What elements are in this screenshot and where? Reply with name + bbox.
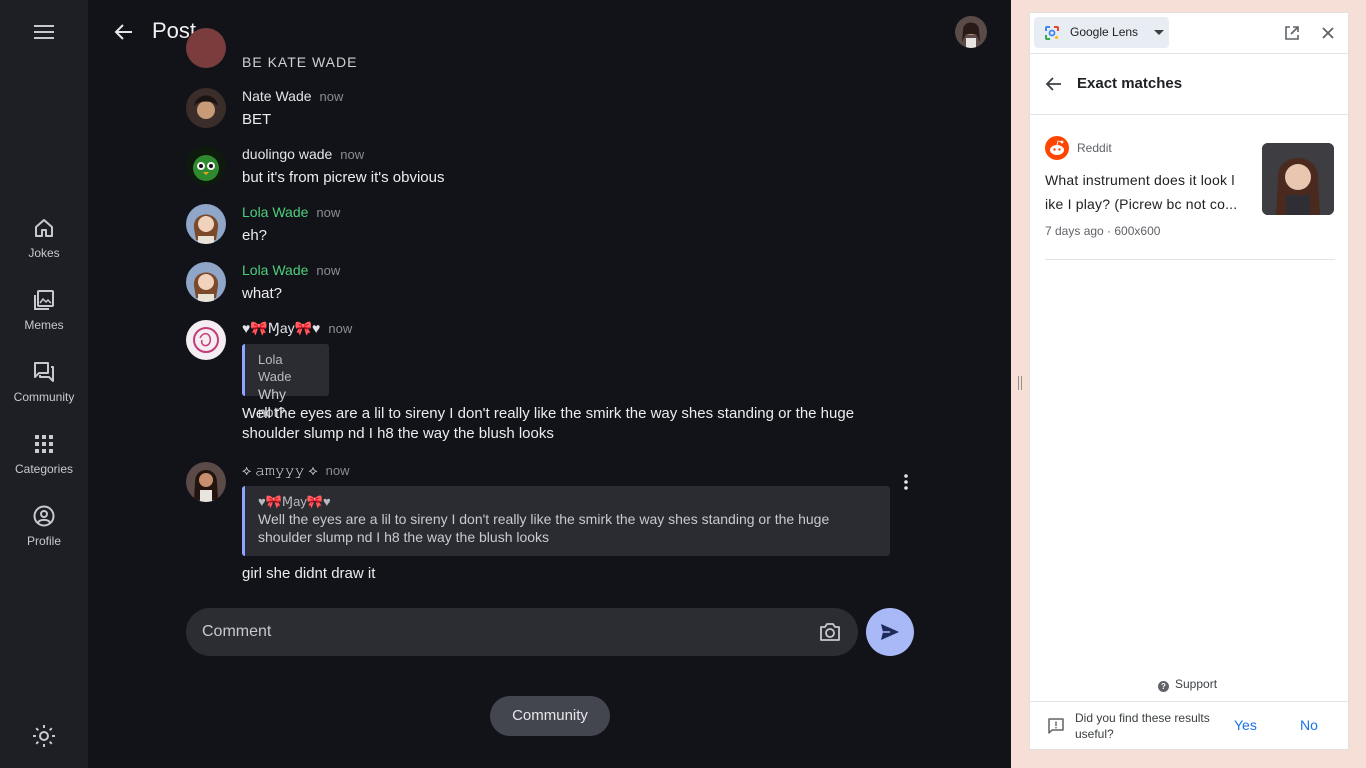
comment-input[interactable]	[202, 620, 802, 644]
nav-label-community: Community	[13, 390, 75, 404]
side-panel-selector[interactable]: Google Lens	[1034, 17, 1169, 48]
feedback-no-button[interactable]: No	[1300, 717, 1318, 733]
nav-label-memes: Memes	[24, 318, 64, 332]
comment-author[interactable]: ♥🎀Ɱay🎀♥ now	[242, 320, 352, 337]
author-name: Lola Wade	[242, 204, 309, 220]
nav-label-categories: Categories	[14, 462, 74, 476]
google-lens-icon	[1044, 25, 1060, 41]
account-circle-icon	[0, 504, 88, 528]
author-name: duolingo wade	[242, 146, 333, 162]
divider	[1045, 259, 1335, 260]
avatar[interactable]	[186, 262, 226, 302]
reddit-icon	[1045, 136, 1069, 160]
back-arrow-icon[interactable]	[1045, 75, 1063, 93]
nav-item-memes[interactable]: Memes	[0, 288, 88, 352]
nav-item-jokes[interactable]: Jokes	[0, 216, 88, 280]
author-name: ⟡ 𝚊𝚖𝚢𝚢𝚢 ⟡	[242, 462, 318, 478]
resize-handle[interactable]	[1018, 376, 1022, 390]
avatar	[186, 28, 226, 68]
divider	[1030, 114, 1348, 115]
community-button[interactable]: Community	[490, 696, 610, 736]
help-icon: ?	[1158, 681, 1169, 692]
camera-icon[interactable]	[818, 620, 842, 644]
nav-item-categories[interactable]: Categories	[0, 432, 88, 496]
comment-time: now	[319, 89, 344, 104]
message-text: BE KATE WADE	[242, 54, 358, 70]
comment-text: but it's from picrew it's obvious	[242, 169, 445, 186]
support-label: Support	[1175, 677, 1218, 691]
home-icon	[0, 216, 88, 240]
comment-author[interactable]: Lola Wade now	[242, 204, 340, 220]
comment-text: Well the eyes are a lil to sireny I don'…	[242, 405, 855, 442]
user-avatar[interactable]	[955, 16, 987, 48]
nav-label-profile: Profile	[26, 534, 61, 548]
feedback-icon	[1047, 717, 1065, 735]
reply-quote[interactable]: ♥🎀Ɱay🎀♥ Well the eyes are a lil to siren…	[242, 486, 890, 556]
comment-author[interactable]: Lola Wade now	[242, 262, 340, 278]
result-meta: 7 days ago · 600x600	[1045, 224, 1161, 238]
panel-divider	[1011, 0, 1029, 768]
close-icon[interactable]	[1319, 24, 1337, 42]
image-library-icon	[0, 288, 88, 312]
quote-text: Well the eyes are a lil to sireny I don'…	[258, 511, 830, 545]
comment-author[interactable]: ⟡ 𝚊𝚖𝚢𝚢𝚢 ⟡ now	[242, 462, 350, 479]
side-panel-app-name: Google Lens	[1070, 25, 1139, 39]
comment-time: now	[316, 205, 341, 220]
back-arrow-icon[interactable]	[112, 20, 136, 44]
post-view: Post BE KATE WADE Nate Wade now BET duoli…	[88, 0, 1011, 768]
quote-author: Lola Wade	[258, 352, 292, 384]
more-vert-icon[interactable]	[896, 472, 916, 492]
feedback-yes-button[interactable]: Yes	[1234, 717, 1257, 733]
reply-quote[interactable]: Lola Wade Why not?	[242, 344, 329, 420]
divider	[1030, 53, 1348, 54]
result-thumbnail	[1262, 143, 1334, 215]
dropdown-caret-icon	[1154, 30, 1164, 35]
divider	[1030, 701, 1348, 702]
theme-toggle-sun-icon[interactable]	[32, 724, 56, 748]
comment-text: BET	[242, 111, 272, 128]
hamburger-menu-icon[interactable]	[32, 22, 56, 42]
comment-time: now	[325, 463, 350, 478]
author-name: Lola Wade	[242, 262, 309, 278]
feedback-question: Did you find these results useful?	[1075, 711, 1210, 741]
author-name: Nate Wade	[242, 88, 312, 104]
comment-author[interactable]: Nate Wade now	[242, 88, 343, 104]
nav-label-jokes: Jokes	[28, 246, 60, 260]
nav-item-community[interactable]: Community	[0, 360, 88, 424]
avatar[interactable]	[186, 88, 226, 128]
comment-time: now	[316, 263, 341, 278]
comment-time: now	[340, 147, 365, 162]
panel-title: Exact matches	[1077, 75, 1183, 92]
result-source: Reddit	[1077, 141, 1112, 155]
avatar[interactable]	[186, 146, 226, 186]
lens-side-panel: Google Lens Exact matches Reddit What in…	[1029, 12, 1349, 750]
result-title: What instrument does it look l ike I pla…	[1045, 172, 1238, 212]
comment-text: eh?	[242, 227, 268, 244]
nav-item-profile[interactable]: Profile	[0, 504, 88, 568]
send-button[interactable]	[866, 608, 914, 656]
apps-grid-icon	[0, 432, 88, 456]
author-name: ♥🎀Ɱay🎀♥	[242, 320, 321, 336]
exact-match-result[interactable]: Reddit What instrument does it look l ik…	[1045, 134, 1335, 260]
open-in-new-tab-icon[interactable]	[1283, 24, 1301, 42]
comment-composer	[186, 608, 858, 656]
comment-author[interactable]: duolingo wade now	[242, 146, 364, 162]
quote-author: ♥🎀Ɱay🎀♥	[258, 494, 331, 509]
avatar[interactable]	[186, 204, 226, 244]
avatar[interactable]	[186, 320, 226, 360]
support-link[interactable]: ? Support	[1158, 677, 1217, 692]
comment-text: girl she didnt draw it	[242, 565, 376, 582]
forum-icon	[0, 360, 88, 384]
comment-text: what?	[242, 285, 283, 302]
comment-time: now	[328, 321, 353, 336]
left-nav: Jokes Memes Community Categories Profile	[0, 0, 88, 768]
avatar[interactable]	[186, 462, 226, 502]
